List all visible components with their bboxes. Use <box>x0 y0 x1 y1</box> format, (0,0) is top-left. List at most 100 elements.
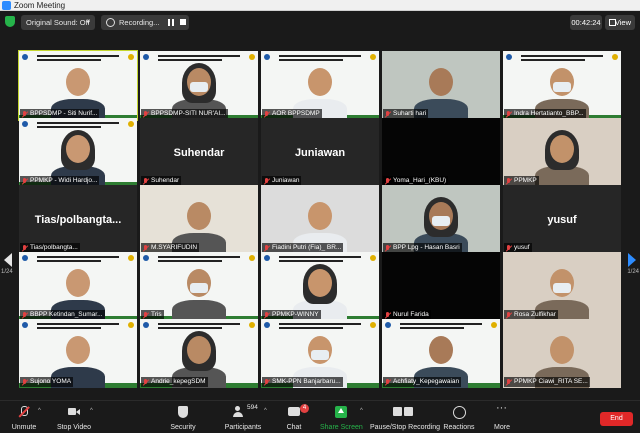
microphone-muted-icon <box>22 178 28 185</box>
participant-tile[interactable]: Juniawan Juniawan <box>261 118 379 187</box>
participant-name-label: SMK-PPN Banjarbaru... <box>262 377 343 387</box>
participant-name: Sujono YOMA <box>30 378 72 385</box>
chat-unread-badge: 4 <box>300 404 309 413</box>
reactions-button[interactable]: Reactions <box>442 403 476 433</box>
gallery-view: 1/24 1/24 BPPSDMP - Siti Nurif... BPPSDMP… <box>0 33 640 400</box>
more-button[interactable]: More <box>488 402 516 433</box>
participant-tile[interactable]: Yoma_Hari_(KBU) <box>382 118 500 187</box>
stop-video-button[interactable]: Stop Video <box>54 403 94 433</box>
share-screen-button[interactable]: Share Screen <box>320 403 363 433</box>
participant-name: Indra Hertatianto_BBP... <box>514 110 584 117</box>
microphone-muted-icon <box>385 111 391 118</box>
participant-name: PPMKP <box>514 177 537 184</box>
participant-name: Achfiaty_Kepegawaian <box>393 378 460 385</box>
face-mask <box>553 283 571 293</box>
security-shield-icon[interactable] <box>5 16 15 27</box>
meeting-controls: Unmute ^ Stop Video ^ Security Participa… <box>0 400 640 433</box>
end-meeting-button[interactable]: End <box>600 412 633 426</box>
microphone-muted-icon <box>143 178 149 185</box>
microphone-muted-icon <box>385 379 391 386</box>
participant-tile[interactable]: yusuf yusuf <box>503 185 621 254</box>
microphone-muted-icon <box>22 111 28 118</box>
face-mask <box>311 350 329 360</box>
person-body <box>172 300 226 321</box>
microphone-muted-icon <box>506 178 512 185</box>
microphone-muted-icon <box>143 111 149 118</box>
participant-tile[interactable]: PPMKP-WINNY <box>261 252 379 321</box>
participant-tile[interactable]: SMK-PPN Banjarbaru... <box>261 319 379 388</box>
participant-name: Suhendar <box>151 177 180 184</box>
participant-tile[interactable]: Rosa Zulfikhar <box>503 252 621 321</box>
participant-tile[interactable]: Suhendar Suhendar <box>140 118 258 187</box>
participant-tile[interactable]: Fiadini Putri (Fia)_ BR... <box>261 185 379 254</box>
participant-tile[interactable]: Tias/polbangta... Tias/polbangta... <box>19 185 137 254</box>
participant-tile[interactable]: Suharti hari <box>382 51 500 120</box>
person-head <box>308 68 332 96</box>
face-mask <box>553 82 571 92</box>
participant-tile[interactable]: Tris <box>140 252 258 321</box>
participant-tile[interactable]: PPMKP - Widi Hardjo... <box>19 118 137 187</box>
security-label: Security <box>170 424 196 431</box>
participant-name: Tris <box>151 311 162 318</box>
pause-recording-icon[interactable] <box>168 19 175 26</box>
participants-button[interactable]: Participants <box>218 403 268 433</box>
participants-options-caret-icon[interactable]: ^ <box>264 408 267 414</box>
participant-tile[interactable]: Indra Hertatianto_BBP... <box>503 51 621 120</box>
unmute-label: Unmute <box>11 424 37 431</box>
microphone-muted-icon <box>22 312 28 319</box>
unmute-button[interactable]: Unmute <box>6 403 42 433</box>
participant-name-label: Achfiaty_Kepegawaian <box>383 377 462 387</box>
security-button[interactable]: Security <box>166 403 200 433</box>
share-options-caret-icon[interactable]: ^ <box>360 408 363 414</box>
microphone-muted-icon <box>385 312 391 319</box>
pause-stop-recording-button[interactable]: Pause/Stop Recording <box>370 403 440 433</box>
video-options-caret-icon[interactable]: ^ <box>90 408 93 414</box>
microphone-muted-icon <box>22 379 28 386</box>
person-head <box>308 202 332 230</box>
person-head <box>66 135 90 163</box>
participant-name: SMK-PPN Banjarbaru... <box>272 378 341 385</box>
participant-name: yusuf <box>514 244 530 251</box>
participant-tile[interactable]: PPMKP <box>503 118 621 187</box>
view-button[interactable]: View <box>605 15 635 30</box>
microphone-muted-icon <box>506 245 512 252</box>
person-head <box>429 336 453 364</box>
original-sound-label: Original Sound: Off <box>26 18 90 27</box>
participant-tile[interactable]: PPMKP Ciawi_RITA SE... <box>503 319 621 388</box>
participant-tile[interactable]: BPPSDMP-SITI NUR'AI... <box>140 51 258 120</box>
stop-recording-icon[interactable] <box>180 19 186 25</box>
participant-name: Andrie_kepegSDM <box>151 378 206 385</box>
audio-options-caret-icon[interactable]: ^ <box>38 408 41 414</box>
recording-label: Recording... <box>119 18 160 27</box>
original-sound-toggle[interactable]: Original Sound: Off ▾ <box>21 15 95 30</box>
participant-name: Tias/polbangta... <box>30 244 78 251</box>
participant-tile[interactable]: Andrie_kepegSDM <box>140 319 258 388</box>
participant-tile[interactable]: Nurul Farida <box>382 252 500 321</box>
page-indicator-left: 1/24 <box>1 269 13 275</box>
participant-tile[interactable]: BPP Lpg - Hasan Basri <box>382 185 500 254</box>
share-screen-label: Share Screen <box>320 424 363 431</box>
microphone-muted-icon <box>18 406 30 418</box>
participant-name: M.SYARIFUDIN <box>151 244 198 251</box>
participant-name: Nurul Farida <box>393 311 429 318</box>
participant-tile[interactable]: BPPSDMP - Siti Nurif... <box>18 50 138 121</box>
participant-name: Yoma_Hari_(KBU) <box>393 177 447 184</box>
participant-tile[interactable]: BBPP Ketindan_Sumar... <box>19 252 137 321</box>
participant-tile[interactable]: M.SYARIFUDIN <box>140 185 258 254</box>
chat-label: Chat <box>286 424 302 431</box>
person-head <box>66 336 90 364</box>
participant-tile[interactable]: AOR BPPSDMP <box>261 51 379 120</box>
microphone-muted-icon <box>506 312 512 319</box>
person-head <box>429 68 453 96</box>
participant-tile[interactable]: Sujono YOMA <box>19 319 137 388</box>
participant-name: Suharti hari <box>393 110 427 117</box>
window-titlebar: Zoom Meeting <box>0 0 640 11</box>
person-head <box>66 269 90 297</box>
face-mask <box>190 82 208 92</box>
chevron-down-icon: ▾ <box>86 19 90 26</box>
person-head <box>187 202 211 230</box>
microphone-muted-icon <box>143 312 149 319</box>
participant-tile[interactable]: Achfiaty_Kepegawaian <box>382 319 500 388</box>
participant-name: PPMKP-WINNY <box>272 311 319 318</box>
person-head <box>550 135 574 163</box>
